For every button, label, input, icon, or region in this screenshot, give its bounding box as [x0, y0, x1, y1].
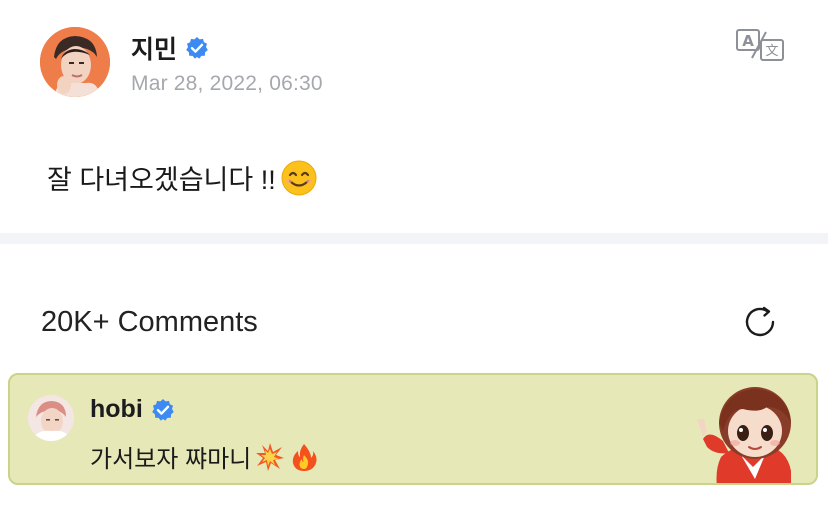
character-sticker — [695, 379, 807, 483]
highlighted-comment[interactable]: hobi 가서보자 쨔마니 — [8, 373, 818, 485]
comment-author-line: hobi — [90, 395, 175, 424]
comment-author-avatar[interactable] — [28, 395, 74, 441]
verified-badge-icon — [151, 398, 175, 422]
post-body: 잘 다녀오겠습니다 !! — [47, 158, 318, 197]
comments-header: 20K+ Comments — [0, 292, 828, 352]
author-line: 지민 — [131, 30, 209, 66]
refresh-button[interactable] — [740, 302, 780, 342]
comment-text-content: 가서보자 쨔마니 — [90, 446, 252, 473]
author-name[interactable]: 지민 — [131, 30, 177, 66]
svg-text:文: 文 — [765, 44, 778, 59]
post-text: 잘 다녀오겠습니다 !! — [47, 165, 276, 195]
comments-count: 20K+ Comments — [41, 306, 258, 338]
svg-text:A: A — [742, 32, 754, 50]
fire-icon — [289, 442, 319, 472]
post-timestamp: Mar 28, 2022, 06:30 — [131, 72, 323, 95]
comment-author-name[interactable]: hobi — [90, 395, 143, 424]
verified-badge-icon — [185, 36, 209, 60]
author-avatar[interactable] — [40, 27, 110, 97]
translate-button[interactable]: A 文 — [735, 28, 785, 62]
section-divider — [0, 233, 828, 244]
comment-text: 가서보자 쨔마니 — [90, 439, 319, 474]
translate-icon: A 文 — [736, 29, 784, 61]
post-header: 지민 Mar 28, 2022, 06:30 A 文 — [0, 0, 828, 120]
collision-icon — [255, 442, 285, 472]
refresh-icon — [745, 306, 775, 337]
smiling-face-icon — [280, 159, 318, 197]
